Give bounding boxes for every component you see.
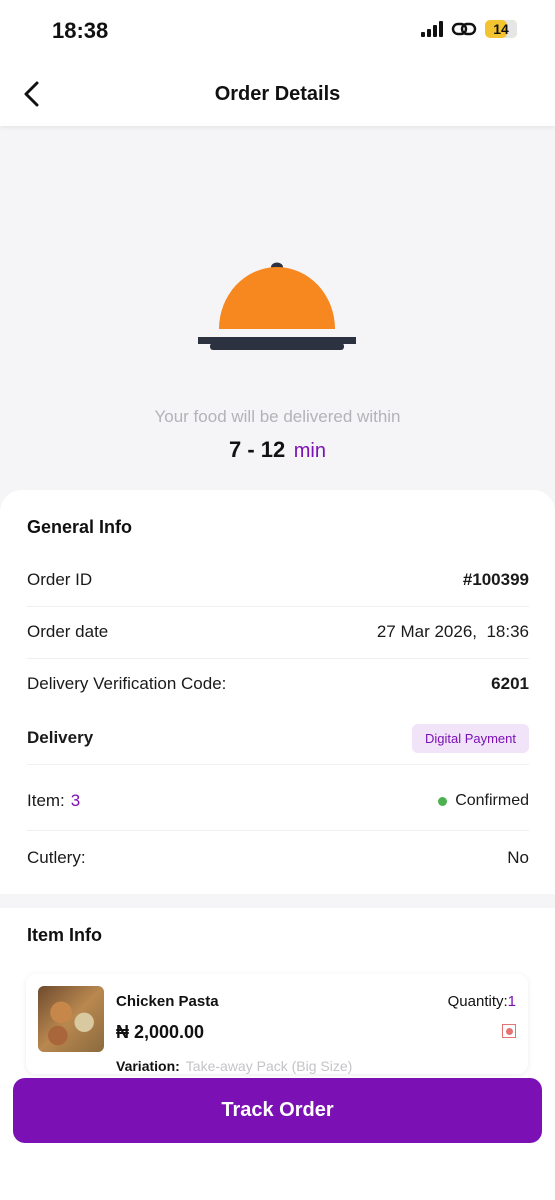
- signal-icon: [421, 21, 443, 37]
- delivery-row: Delivery Digital Payment: [27, 712, 529, 765]
- item-status-row: Item: 3 Confirmed: [27, 772, 529, 831]
- delivery-eta: 7 - 12 min: [0, 437, 555, 463]
- item-quantity: Quantity:1: [448, 993, 516, 1010]
- track-order-button[interactable]: Track Order: [13, 1078, 542, 1143]
- verification-code-value: 6201: [491, 674, 529, 693]
- status-indicators: 14: [421, 20, 517, 38]
- order-id-value: #100399: [462, 570, 529, 589]
- delivery-label: Delivery: [27, 728, 94, 747]
- item-info-title: Item Info: [27, 925, 102, 945]
- non-veg-icon: [502, 1024, 516, 1038]
- item-quantity-label: Quantity:: [447, 993, 508, 1010]
- app-header: Order Details: [0, 64, 555, 126]
- item-variation: Variation: Take-away Pack (Big Size): [116, 1058, 352, 1074]
- eta-value: 7 - 12: [229, 437, 286, 462]
- item-count-wrapper: Item: 3: [27, 791, 80, 811]
- item-price: ₦ 2,000.00: [116, 1022, 205, 1042]
- order-id-label: Order ID: [27, 570, 93, 589]
- status-dot-icon: [438, 796, 448, 806]
- cutlery-label: Cutlery:: [27, 848, 86, 867]
- item-image: [38, 986, 104, 1052]
- order-date-row: Order date 27 Mar 2026, 18:36: [27, 606, 529, 659]
- item-name: Chicken Pasta: [116, 993, 219, 1010]
- status-time: 18:38: [52, 18, 109, 43]
- order-status-label: Confirmed: [455, 792, 529, 809]
- delivery-message: Your food will be delivered within: [154, 407, 401, 426]
- cutlery-row: Cutlery: No: [27, 832, 529, 884]
- payment-method-badge: Digital Payment: [411, 723, 529, 753]
- item-quantity-value: 1: [507, 993, 516, 1010]
- item-info-card: Item Info Chicken Pasta ₦ 2,000.00 Quant…: [0, 908, 555, 1200]
- order-date-value: 27 Mar 2026, 18:36: [376, 622, 529, 641]
- general-info-title: General Info: [27, 517, 133, 537]
- order-item[interactable]: Chicken Pasta ₦ 2,000.00 Quantity:1 Vari…: [26, 974, 528, 1074]
- verification-code-row: Delivery Verification Code: 6201: [27, 658, 529, 710]
- verification-code-label: Delivery Verification Code:: [27, 674, 227, 693]
- order-id-row: Order ID #100399: [27, 554, 529, 607]
- page-title: Order Details: [214, 83, 341, 105]
- general-info-card: General Info Order ID #100399 Order date…: [0, 490, 555, 894]
- variation-value: Take-away Pack (Big Size): [185, 1058, 353, 1074]
- delivery-hero: Your food will be delivered within 7 - 1…: [0, 126, 555, 490]
- order-status: Confirmed: [438, 792, 529, 810]
- link-icon: [451, 22, 477, 36]
- item-count-label: Item:: [27, 791, 65, 810]
- battery-icon: 14: [485, 20, 517, 38]
- eta-unit: min: [293, 440, 326, 462]
- variation-label: Variation:: [116, 1058, 180, 1074]
- order-date-label: Order date: [27, 622, 109, 641]
- cutlery-value: No: [507, 848, 529, 867]
- food-cloche-icon: [198, 262, 356, 350]
- status-bar: 18:38 14: [0, 0, 555, 64]
- item-count-value: 3: [70, 791, 81, 810]
